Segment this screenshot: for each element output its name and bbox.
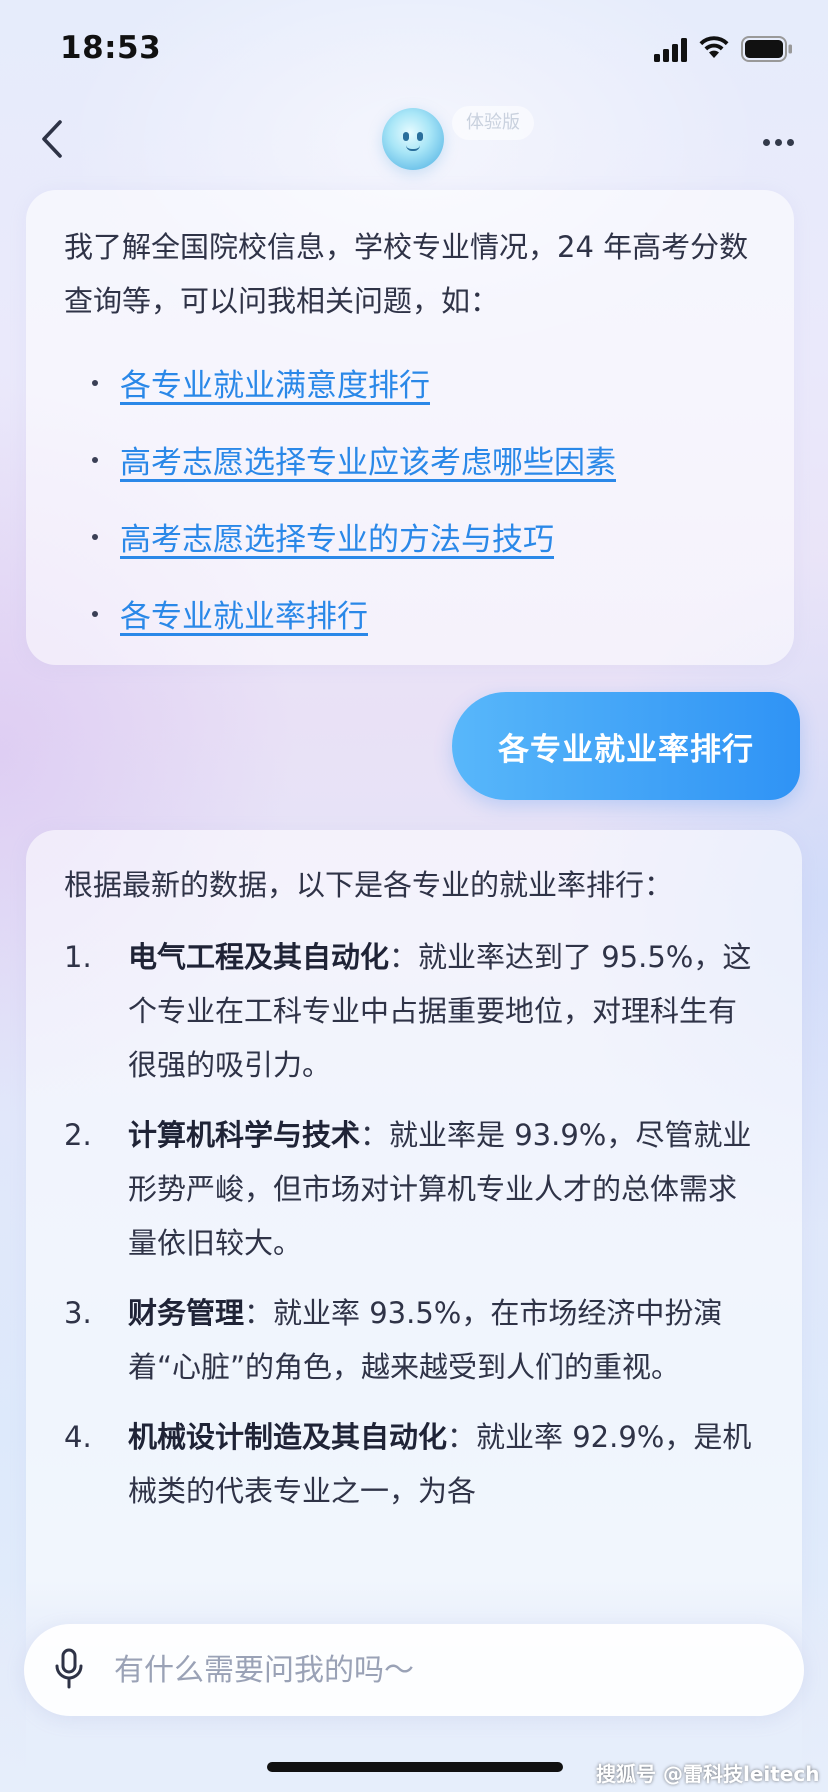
status-time: 18:53 [60, 30, 162, 66]
rank-body: 财务管理：就业率 93.5%，在市场经济中扮演着“心脏”的角色，越来越受到人们的… [128, 1286, 764, 1394]
nav-bar: 体验版 [0, 100, 828, 184]
suggestion-link[interactable]: 各专业就业率排行 [120, 591, 368, 636]
chat-input[interactable] [114, 1640, 774, 1700]
rank-title: 计算机科学与技术 [128, 1118, 361, 1152]
suggestion-link[interactable]: 高考志愿选择专业的方法与技巧 [120, 514, 554, 559]
bot-message-intro: 我了解全国院校信息，学校专业情况，24 年高考分数查询等，可以问我相关问题，如：… [26, 190, 794, 665]
rank-list: 1. 电气工程及其自动化：就业率达到了 95.5%，这个专业在工科专业中占据重要… [64, 930, 766, 1518]
rank-number: 3. [64, 1296, 92, 1330]
rank-body: 计算机科学与技术：就业率是 93.9%，尽管就业形势严峻，但市场对计算机专业人才… [128, 1108, 764, 1270]
rank-item: 2. 计算机科学与技术：就业率是 93.9%，尽管就业形势严峻，但市场对计算机专… [64, 1108, 766, 1270]
bullet-icon [92, 379, 98, 386]
rank-number: 1. [64, 940, 92, 974]
bullet-icon [92, 610, 98, 617]
more-button[interactable] [756, 124, 802, 158]
user-message: 各专业就业率排行 [452, 692, 800, 800]
bot-avatar [382, 108, 444, 170]
status-bar: 18:53 [0, 0, 828, 100]
rank-body: 电气工程及其自动化：就业率达到了 95.5%，这个专业在工科专业中占据重要地位，… [128, 930, 764, 1092]
intro-text: 我了解全国院校信息，学校专业情况，24 年高考分数查询等，可以问我相关问题，如： [64, 230, 749, 318]
bullet-icon [92, 456, 98, 463]
suggestion-item: 各专业就业满意度排行 [64, 344, 758, 421]
signal-icon [654, 38, 687, 62]
chevron-left-icon [42, 120, 62, 158]
battery-icon [741, 36, 792, 62]
version-badge: 体验版 [452, 106, 534, 140]
suggestion-item: 高考志愿选择专业应该考虑哪些因素 [64, 421, 758, 498]
suggestion-item: 高考志愿选择专业的方法与技巧 [64, 498, 758, 575]
answer-intro: 根据最新的数据，以下是各专业的就业率排行： [64, 868, 674, 902]
rank-title: 机械设计制造及其自动化 [128, 1420, 448, 1454]
rank-item: 1. 电气工程及其自动化：就业率达到了 95.5%，这个专业在工科专业中占据重要… [64, 930, 766, 1092]
home-indicator[interactable] [267, 1762, 563, 1772]
rank-title: 电气工程及其自动化 [128, 940, 390, 974]
suggestion-item: 各专业就业率排行 [64, 575, 758, 652]
rank-title: 财务管理 [128, 1296, 245, 1330]
suggestion-link[interactable]: 高考志愿选择专业应该考虑哪些因素 [120, 437, 616, 482]
rank-item: 4. 机械设计制造及其自动化：就业率 92.9%，是机械类的代表专业之一，为各 [64, 1410, 766, 1518]
microphone-icon[interactable] [54, 1648, 84, 1690]
rank-item: 3. 财务管理：就业率 93.5%，在市场经济中扮演着“心脏”的角色，越来越受到… [64, 1286, 766, 1394]
suggestion-link[interactable]: 各专业就业满意度排行 [120, 360, 430, 405]
chat-input-bar [24, 1624, 804, 1716]
rank-body: 机械设计制造及其自动化：就业率 92.9%，是机械类的代表专业之一，为各 [128, 1410, 764, 1518]
wifi-icon [699, 36, 729, 58]
back-button[interactable] [30, 114, 74, 164]
rank-number: 2. [64, 1118, 92, 1152]
bullet-icon [92, 533, 98, 540]
rank-number: 4. [64, 1420, 92, 1454]
watermark: 搜狐号 @雷科技leitech [596, 1762, 820, 1786]
suggestion-list: 各专业就业满意度排行 高考志愿选择专业应该考虑哪些因素 高考志愿选择专业的方法与… [64, 344, 758, 652]
